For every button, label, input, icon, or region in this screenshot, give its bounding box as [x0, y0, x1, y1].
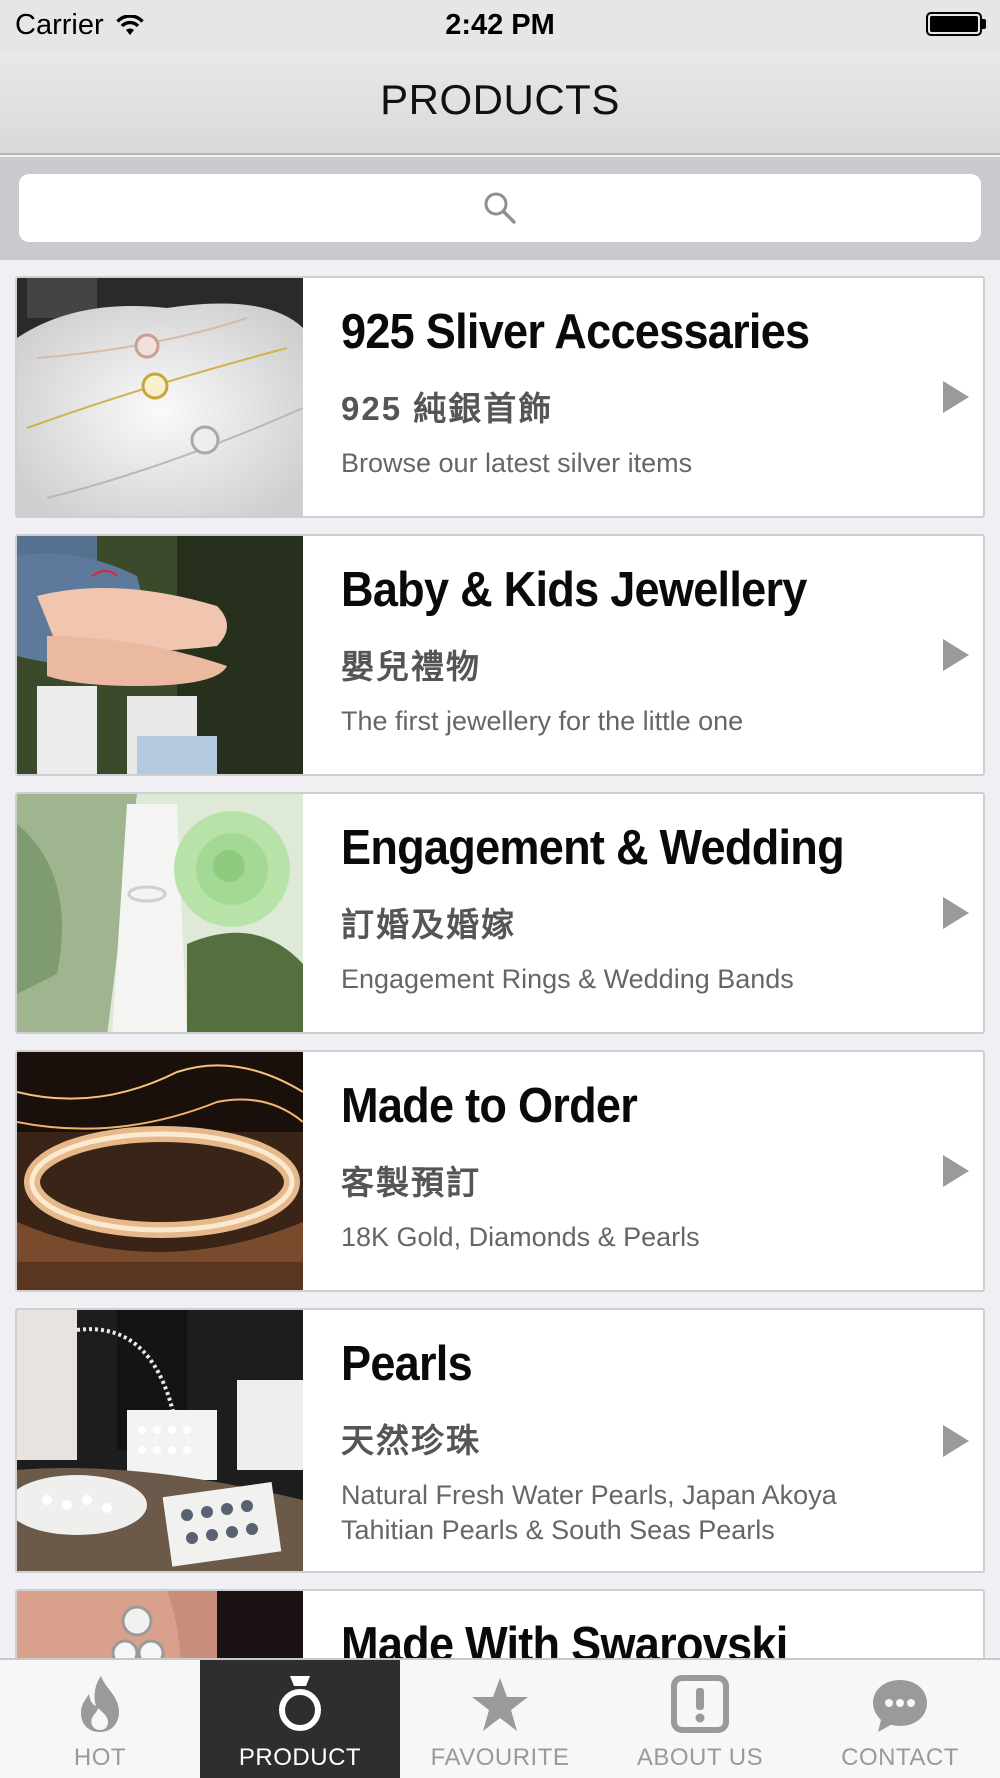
disclosure-arrow-icon	[943, 1155, 969, 1187]
search-bar	[0, 157, 1000, 260]
category-subtitle: 925 純銀首飾	[341, 390, 554, 427]
chat-bubble-icon	[873, 1680, 927, 1732]
tab-contact[interactable]: CONTACT	[800, 1660, 1000, 1778]
category-description: Natural Fresh Water Pearls, Japan Akoya …	[341, 1480, 837, 1545]
category-row-made-to-order[interactable]: Made to Order 客製預訂 18K Gold, Diamonds & …	[15, 1050, 985, 1292]
tab-label: CONTACT	[841, 1744, 959, 1771]
disclosure-arrow-icon	[943, 897, 969, 929]
category-text: Made to Order 客製預訂 18K Gold, Diamonds & …	[303, 1052, 983, 1290]
category-text: Pearls 天然珍珠 Natural Fresh Water Pearls, …	[303, 1310, 983, 1571]
ring-icon	[279, 1676, 321, 1731]
category-subtitle: 嬰兒禮物	[341, 648, 481, 685]
category-title: Pearls	[341, 1337, 473, 1391]
ring-and-rose-photo	[17, 794, 303, 1032]
category-row-pearls[interactable]: Pearls 天然珍珠 Natural Fresh Water Pearls, …	[15, 1308, 985, 1573]
status-bar: Carrier 2:42 PM	[0, 0, 1000, 52]
category-description: 18K Gold, Diamonds & Pearls	[341, 1222, 700, 1252]
child-bracelet-photo	[17, 536, 303, 774]
category-text: Engagement & Wedding 訂婚及婚嫁 Engagement Ri…	[303, 794, 983, 1032]
silver-bracelets-photo	[17, 278, 303, 516]
tab-label: FAVOURITE	[430, 1744, 570, 1771]
category-description: Engagement Rings & Wedding Bands	[341, 964, 794, 994]
navigation-bar: PRODUCTS	[0, 52, 1000, 155]
category-subtitle: 天然珍珠	[341, 1422, 481, 1459]
category-title: Made to Order	[341, 1079, 638, 1133]
category-row-silver[interactable]: 925 Sliver Accessaries 925 純銀首飾 Browse o…	[15, 276, 985, 518]
category-list: 925 Sliver Accessaries 925 純銀首飾 Browse o…	[15, 276, 985, 1778]
disclosure-arrow-icon	[943, 381, 969, 413]
pearl-display-photo	[17, 1310, 303, 1571]
disclosure-arrow-icon	[943, 639, 969, 671]
search-icon	[484, 192, 516, 224]
tab-about-us[interactable]: ABOUT US	[600, 1660, 800, 1778]
tab-label: ABOUT US	[636, 1744, 764, 1771]
gold-bangle-photo	[17, 1052, 303, 1290]
category-row-baby-kids[interactable]: Baby & Kids Jewellery 嬰兒禮物 The first jew…	[15, 534, 985, 776]
flame-icon	[81, 1676, 119, 1732]
clock: 2:42 PM	[445, 9, 555, 41]
category-subtitle: 訂婚及婚嫁	[341, 906, 516, 943]
category-title: Baby & Kids Jewellery	[341, 563, 807, 617]
category-title: 925 Sliver Accessaries	[341, 305, 810, 359]
tab-product[interactable]: PRODUCT	[200, 1660, 400, 1778]
star-icon	[472, 1678, 528, 1731]
tab-label: HOT	[73, 1744, 127, 1771]
category-text: Baby & Kids Jewellery 嬰兒禮物 The first jew…	[303, 536, 983, 774]
tab-favourite[interactable]: FAVOURITE	[400, 1660, 600, 1778]
category-text: 925 Sliver Accessaries 925 純銀首飾 Browse o…	[303, 278, 983, 516]
tab-label: PRODUCT	[238, 1744, 362, 1771]
battery-icon	[926, 12, 986, 36]
category-description: The first jewellery for the little one	[341, 706, 744, 736]
category-subtitle: 客製預訂	[341, 1164, 481, 1201]
category-row-engagement-wedding[interactable]: Engagement & Wedding 訂婚及婚嫁 Engagement Ri…	[15, 792, 985, 1034]
tab-hot[interactable]: HOT	[0, 1660, 200, 1778]
search-input[interactable]	[19, 174, 981, 242]
tab-bar: HOT PRODUCT FAVOURITE ABOUT US CONTACT	[0, 1658, 1000, 1778]
disclosure-arrow-icon	[943, 1424, 969, 1457]
exclamation-icon	[671, 1675, 729, 1733]
category-description: Browse our latest silver items	[341, 448, 693, 478]
page-title: PRODUCTS	[380, 76, 620, 123]
category-title: Engagement & Wedding	[341, 821, 845, 875]
